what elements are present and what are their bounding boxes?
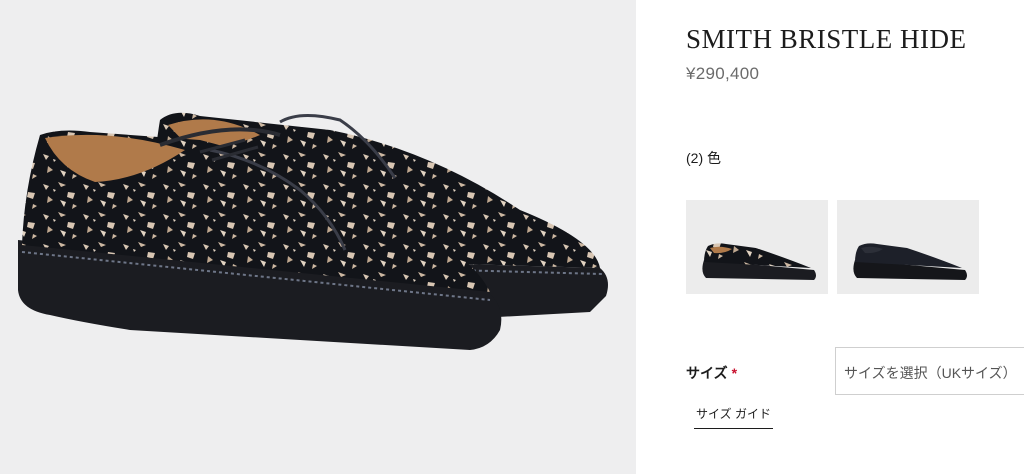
color-swatch-bristle-hide[interactable] bbox=[686, 200, 828, 294]
product-hero-image bbox=[0, 0, 636, 474]
size-select[interactable]: サイズを選択（UKサイズ） bbox=[835, 347, 1024, 395]
product-price: ¥290,400 bbox=[686, 64, 760, 83]
product-title: SMITH BRISTLE HIDE bbox=[686, 24, 967, 54]
color-swatch-black[interactable] bbox=[837, 200, 979, 294]
swatch-shoe-black bbox=[837, 200, 979, 294]
size-select-value: サイズを選択（UKサイズ） bbox=[844, 365, 1017, 381]
swatch-shoe-speckled bbox=[686, 200, 828, 294]
color-count-label: (2) 色 bbox=[686, 150, 721, 166]
size-guide-link[interactable]: サイズ ガイド bbox=[694, 405, 773, 429]
size-label: サイズ * bbox=[686, 363, 737, 383]
product-details: SMITH BRISTLE HIDE ¥290,400 (2) 色 サイズ * サ bbox=[636, 0, 1024, 474]
shoe-pair-image bbox=[18, 112, 608, 350]
size-label-text: サイズ bbox=[686, 365, 728, 381]
required-asterisk: * bbox=[731, 365, 738, 381]
product-page: SMITH BRISTLE HIDE ¥290,400 (2) 色 サイズ * サ bbox=[0, 0, 1024, 474]
